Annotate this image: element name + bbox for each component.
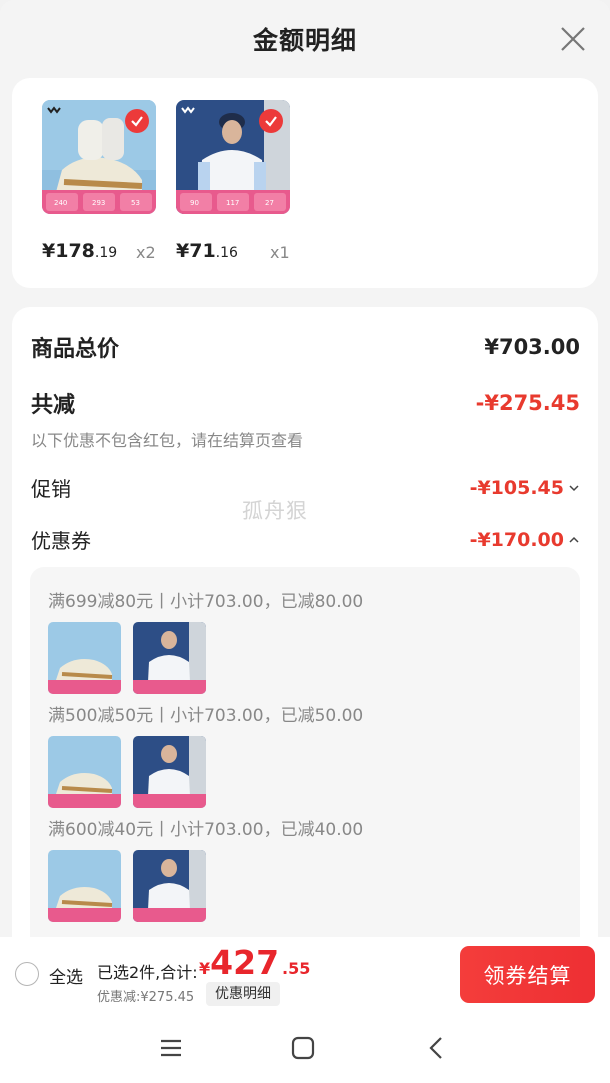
promo-label: 促销 <box>31 477 71 501</box>
product-price-row: ¥178.19 x2 <box>42 240 172 262</box>
reduce-total-row: 共减 -¥275.45 <box>31 387 580 419</box>
coupon-group: 满500减50元丨小计703.00，已减50.00 <box>48 701 363 808</box>
chevron-up-icon[interactable] <box>568 534 580 546</box>
chevron-down-icon[interactable] <box>568 482 580 494</box>
reduce-value: -¥275.45 <box>475 391 580 415</box>
badge-num: 293 <box>92 199 105 207</box>
coupon-thumbs <box>48 622 363 694</box>
product-price-row: ¥71.16 x1 <box>176 240 306 262</box>
coupon-thumbs <box>48 850 363 922</box>
coupon-thumbs <box>48 736 363 808</box>
coupon-title: 满699减80元丨小计703.00，已减80.00 <box>48 592 364 612</box>
product-price: ¥178.19 <box>42 240 118 262</box>
selected-count: 已选2件,合计: <box>97 963 198 982</box>
product-mini-thumb <box>48 736 121 808</box>
product-mini-thumb <box>48 850 121 922</box>
product-item[interactable]: 240 293 53 ¥178.19 x2 <box>42 100 158 262</box>
goods-total-label: 商品总价 <box>31 337 120 362</box>
coupon-row[interactable]: 优惠券 -¥170.00 <box>31 525 580 554</box>
product-mini-thumb <box>133 736 206 808</box>
product-mini-thumb <box>133 622 206 694</box>
goods-total-value: ¥703.00 <box>484 335 580 359</box>
sheet-title: 金额明细 <box>252 26 357 55</box>
product-price: ¥71.16 <box>176 240 238 262</box>
badge-num: 90 <box>190 199 199 207</box>
discount-note: 以下优惠不包含红包，请在结算页查看 <box>31 431 304 450</box>
home-icon[interactable] <box>290 1035 316 1061</box>
coupon-title: 满600减40元丨小计703.00，已减40.00 <box>48 820 364 840</box>
coupon-value: -¥170.00 <box>469 528 564 551</box>
badge-num: 53 <box>131 199 140 207</box>
sheet-header: 金额明细 <box>0 0 610 78</box>
price-detail-card: 商品总价 ¥703.00 共减 -¥275.45 以下优惠不包含红包，请在结算页… <box>12 307 598 1007</box>
badge-num: 117 <box>226 199 239 207</box>
promo-value-wrap: -¥105.45 <box>470 477 580 499</box>
coupon-value-wrap: -¥170.00 <box>470 529 580 551</box>
product-mini-thumb <box>133 850 206 922</box>
checkout-button[interactable]: 领券结算 <box>460 946 595 1003</box>
select-all-radio[interactable] <box>15 962 39 986</box>
selected-products-card: 240 293 53 ¥178.19 x2 90 117 27 ¥71.16 x… <box>12 78 598 288</box>
check-icon[interactable] <box>259 109 283 133</box>
coupon-group: 满600减40元丨小计703.00，已减40.00 <box>48 815 363 922</box>
amount-detail-sheet: 金额明细 240 293 53 ¥178.19 x2 90 117 27 ¥71… <box>0 0 610 1083</box>
coupon-label: 优惠券 <box>31 529 91 553</box>
select-all-label[interactable]: 全选 <box>49 963 83 988</box>
back-icon[interactable] <box>424 1035 450 1061</box>
badge-num: 240 <box>54 199 67 207</box>
close-icon[interactable] <box>558 24 588 54</box>
badge-num: 27 <box>265 199 274 207</box>
promo-value: -¥105.45 <box>469 476 564 499</box>
total-price: ¥427.55 <box>199 943 311 982</box>
checkout-bar: 全选 已选2件,合计: ¥427.55 优惠减:¥275.45 优惠明细 领券结… <box>0 937 610 1013</box>
check-icon[interactable] <box>125 109 149 133</box>
goods-total-row: 商品总价 ¥703.00 <box>31 331 580 363</box>
product-qty: x2 <box>136 243 156 262</box>
watermark: 孤舟狠 <box>242 499 308 523</box>
menu-icon[interactable] <box>158 1035 184 1061</box>
product-item[interactable]: 90 117 27 ¥71.16 x1 <box>176 100 292 262</box>
system-nav-bar <box>0 1013 610 1083</box>
product-mini-thumb <box>48 622 121 694</box>
product-thumbnail: 90 117 27 <box>176 100 290 214</box>
coupon-title: 满500减50元丨小计703.00，已减50.00 <box>48 706 364 726</box>
discount-detail-button[interactable]: 优惠明细 <box>206 982 280 1006</box>
discount-amount: 优惠减:¥275.45 <box>97 990 195 1005</box>
product-thumbnail: 240 293 53 <box>42 100 156 214</box>
reduce-label: 共减 <box>31 393 76 418</box>
product-qty: x1 <box>270 243 290 262</box>
coupon-group: 满699减80元丨小计703.00，已减80.00 <box>48 587 363 694</box>
